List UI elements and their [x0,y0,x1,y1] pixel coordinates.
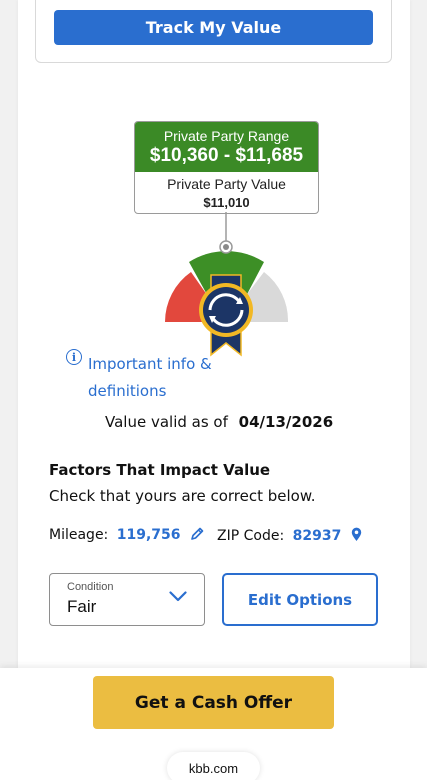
condition-value[interactable]: Fair [67,597,96,617]
kbb-seal-icon [199,283,253,337]
condition-label: Condition [67,581,114,593]
browser-url-pill[interactable]: kbb.com [167,752,260,780]
get-cash-offer-button[interactable]: Get a Cash Offer [93,676,334,729]
mileage-value[interactable]: 119,756 [117,527,181,543]
price-range-header: Private Party Range $10,360 - $11,685 [135,122,318,172]
zip-code-value[interactable]: 82937 [293,528,342,544]
condition-select[interactable]: Condition Fair [49,573,205,626]
mileage-row: Mileage: 119,756 [49,527,204,543]
range-title: Private Party Range [163,128,290,144]
value-valid-date: Value valid as of 04/13/2026 [105,413,333,431]
private-party-value-title: Private Party Value [167,176,286,192]
zip-code-label: ZIP Code: [217,528,285,544]
important-info-text[interactable]: Important info & definitions [88,351,228,405]
factors-subtitle: Check that yours are correct below. [49,487,316,505]
range-value: $10,360 - $11,685 [149,145,304,166]
info-icon: i [66,349,82,365]
track-my-value-button[interactable]: Track My Value [54,10,373,45]
valid-date: 04/13/2026 [238,413,334,431]
zip-code-row: ZIP Code: 82937 [217,527,362,544]
private-party-value: $11,010 [203,195,250,210]
chevron-down-icon[interactable] [169,591,187,602]
value-gauge [164,212,289,357]
edit-options-button[interactable]: Edit Options [222,573,378,626]
pencil-icon[interactable] [190,527,204,541]
mileage-label: Mileage: [49,527,109,543]
factors-title: Factors That Impact Value [49,461,271,479]
map-pin-icon[interactable] [351,527,362,542]
price-range-box: Private Party Range $10,360 - $11,685 Pr… [134,121,319,214]
valid-as-of-label: Value valid as of [105,413,228,431]
